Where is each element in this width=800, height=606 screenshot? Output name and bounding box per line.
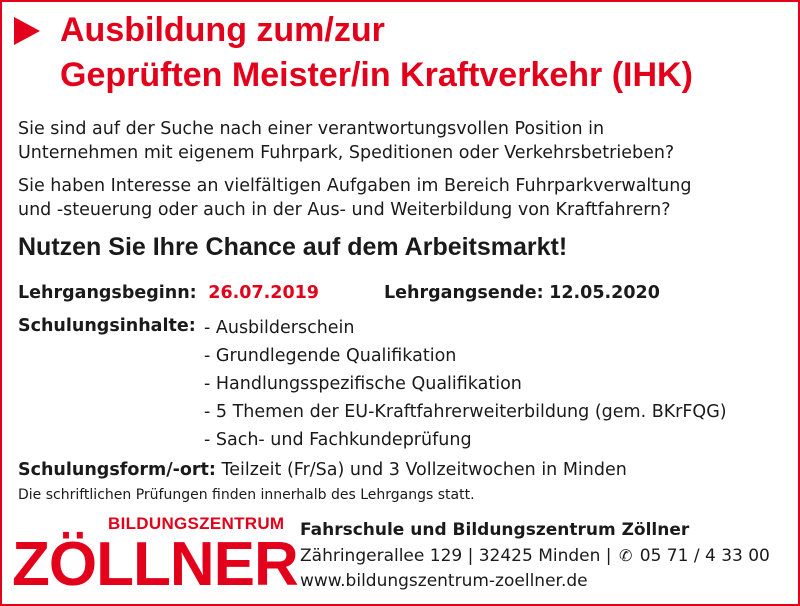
- begin-label: Lehrgangsbeginn:: [18, 283, 197, 303]
- intro-para2-line2: und -steuerung oder auch in der Aus- und…: [18, 200, 671, 220]
- zoellner-logo: BILDUNGSZENTRUM ZÖLLNER: [12, 514, 299, 598]
- form-label: Schulungsform/-ort:: [18, 460, 216, 480]
- logo-name: ZÖLLNER: [12, 530, 299, 599]
- list-item: - 5 Themen der EU-Kraftfahrerweiterbildu…: [204, 402, 727, 422]
- intro-para1-line1: Sie sind auf der Suche nach einer verant…: [18, 119, 605, 139]
- list-item: - Sach- und Fachkundeprüfung: [204, 430, 472, 450]
- arrow-right-icon: [14, 16, 40, 45]
- form-value: Teilzeit (Fr/Sa) und 3 Vollzeitwochen in…: [221, 460, 627, 480]
- list-item: - Ausbilderschein: [204, 318, 355, 338]
- end-value: 12.05.2020: [549, 283, 660, 303]
- intro-para2-line1: Sie haben Interesse an vielfältigen Aufg…: [18, 176, 692, 196]
- end-label: Lehrgangsende:: [384, 283, 544, 303]
- contact-block: Fahrschule und Bildungszentrum Zöllner Z…: [300, 518, 770, 594]
- contact-name: Fahrschule und Bildungszentrum Zöllner: [300, 520, 690, 540]
- list-item: - Handlungsspezifische Qualifikation: [204, 374, 522, 394]
- chance-heading: Nutzen Sie Ihre Chance auf dem Arbeitsma…: [18, 233, 568, 261]
- intro-paragraph-1: Sie sind auf der Suche nach einer verant…: [18, 117, 674, 165]
- intro-paragraph-2: Sie haben Interesse an vielfältigen Aufg…: [18, 174, 691, 222]
- contents-label: Schulungsinhalte:: [18, 316, 196, 336]
- exam-note: Die schriftlichen Prüfungen finden inner…: [18, 487, 475, 503]
- headline-line2: Geprüften Meister/in Kraftverkehr (IHK): [60, 56, 693, 94]
- course-form: Schulungsform/-ort: Teilzeit (Fr/Sa) und…: [18, 458, 627, 482]
- end-date: Lehrgangsende: 12.05.2020: [384, 281, 660, 305]
- contact-phone: 05 71 / 4 33 00: [639, 546, 770, 566]
- intro-para1-line2: Unternehmen mit eigenem Fuhrpark, Spedit…: [18, 143, 675, 163]
- contact-address-line: Zähringerallee 129 | 32425 Minden | ✆ 05…: [300, 543, 770, 569]
- course-dates: Lehrgangsbeginn: 26.07.2019 Lehrgangsend…: [18, 281, 660, 305]
- phone-icon: ✆: [618, 546, 633, 565]
- headline: Ausbildung zum/zur Geprüften Meister/in …: [14, 8, 693, 98]
- contact-website[interactable]: www.bildungszentrum-zoellner.de: [300, 569, 770, 594]
- contact-address: Zähringerallee 129 | 32425 Minden |: [300, 546, 612, 566]
- begin-value: 26.07.2019: [208, 283, 319, 303]
- list-item: - Grundlegende Qualifikation: [204, 346, 457, 366]
- headline-line1: Ausbildung zum/zur: [60, 11, 385, 49]
- contents-list: - Ausbilderschein - Grundlegende Qualifi…: [204, 314, 727, 454]
